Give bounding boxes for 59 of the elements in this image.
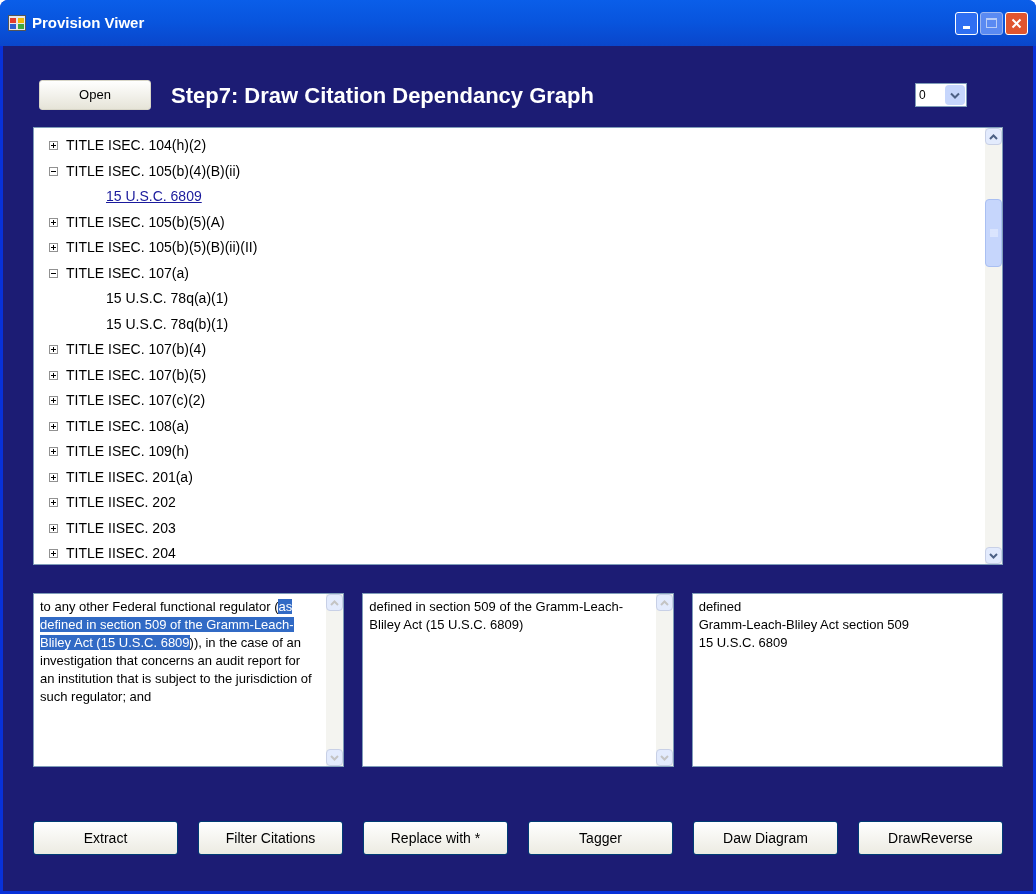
open-button[interactable]: Open [39,80,151,110]
expand-icon[interactable] [49,370,58,380]
tree-item[interactable]: TITLE ISEC. 108(a) [66,415,189,437]
text-line: defined [698,598,743,616]
tree-item[interactable]: TITLE ISEC. 105(b)(4)(B)(ii) [66,160,241,182]
scroll-up-icon[interactable] [989,133,998,140]
text-content: to any other Federal functional regulator (as defined in section 509 of the Gramm-Leach-Bliley Act (15 U.S.C. 6809)), in the case of an investigation that concerns an audit report for an institution that is subject to the jurisdiction of such regulator; and [40,598,313,706]
scroll-down-icon[interactable] [989,552,998,559]
dropdown-caret-icon[interactable] [945,85,965,105]
text-area[interactable] [33,593,345,767]
tree-item[interactable]: TITLE ISEC. 105(b)(5)(A) [66,211,225,233]
maximize-button[interactable] [980,11,1003,35]
expand-icon[interactable] [49,549,58,559]
window-title: Provision Viwer [32,12,146,33]
tree-item[interactable]: TITLE ISEC. 107(a) [66,262,189,284]
text-area[interactable]: defined Gramm-Leach-Bliley Act section 509 15 U.S.C. 6809 [691,593,1003,767]
tree-item[interactable]: TITLE IISEC. 201(a) [66,466,193,488]
tree-item[interactable]: TITLE IISEC. 204 [66,543,176,565]
expand-icon[interactable] [49,421,58,431]
close-button[interactable] [1005,11,1028,35]
tree-item[interactable]: TITLE IISEC. 202 [66,492,176,514]
text-line: Gramm-Leach-Bliley Act section 509 [698,616,910,634]
action-button[interactable]: Daw Diagram [693,821,838,855]
action-button[interactable]: Tagger [528,821,673,855]
tree-item[interactable]: TITLE ISEC. 107(b)(5) [66,364,207,386]
tree-item[interactable]: 15 U.S.C. 6809 [106,186,202,208]
action-button[interactable]: Replace with * [363,821,508,855]
tree-item[interactable]: TITLE ISEC. 105(b)(5)(B)(ii)(II) [66,237,258,259]
step-heading: Step7: Draw Citation Dependancy Graph [171,81,595,110]
expand-icon[interactable] [49,243,58,253]
collapse-icon[interactable] [49,166,58,176]
tree-item[interactable]: TITLE IISEC. 203 [66,517,176,539]
scroll-thumb[interactable] [985,199,1002,267]
expand-icon[interactable] [49,447,58,457]
tree-item[interactable]: 15 U.S.C. 78q(b)(1) [106,313,229,335]
action-button[interactable]: DrawReverse [858,821,1003,855]
dropdown-value: 0 [918,87,927,104]
action-button[interactable]: Filter Citations [198,821,343,855]
expand-icon[interactable] [49,141,58,151]
tree-item[interactable]: TITLE ISEC. 107(b)(4) [66,339,207,361]
tree-item[interactable]: TITLE ISEC. 107(c)(2) [66,390,206,412]
tree-item[interactable]: 15 U.S.C. 78q(a)(1) [106,288,229,310]
text-line: 15 U.S.C. 6809 [698,634,789,652]
scrollbar[interactable] [985,128,1002,564]
expand-icon[interactable] [49,345,58,355]
expand-icon[interactable] [49,523,58,533]
expand-icon[interactable] [49,472,58,482]
tree-item[interactable]: TITLE ISEC. 104(h)(2) [66,135,207,157]
app-icon [8,15,26,31]
expand-icon[interactable] [49,396,58,406]
number-dropdown[interactable]: 0 [915,83,967,107]
minimize-button[interactable] [955,11,978,35]
close-icon [1011,17,1022,29]
collapse-icon[interactable] [49,268,58,278]
expand-icon[interactable] [49,498,58,508]
tree-item[interactable]: TITLE ISEC. 109(h) [66,441,189,463]
expand-icon[interactable] [49,217,58,227]
action-button[interactable]: Extract [33,821,178,855]
text-area[interactable]: defined in section 509 of the Gramm-Leach-Bliley Act (15 U.S.C. 6809) [362,593,674,767]
